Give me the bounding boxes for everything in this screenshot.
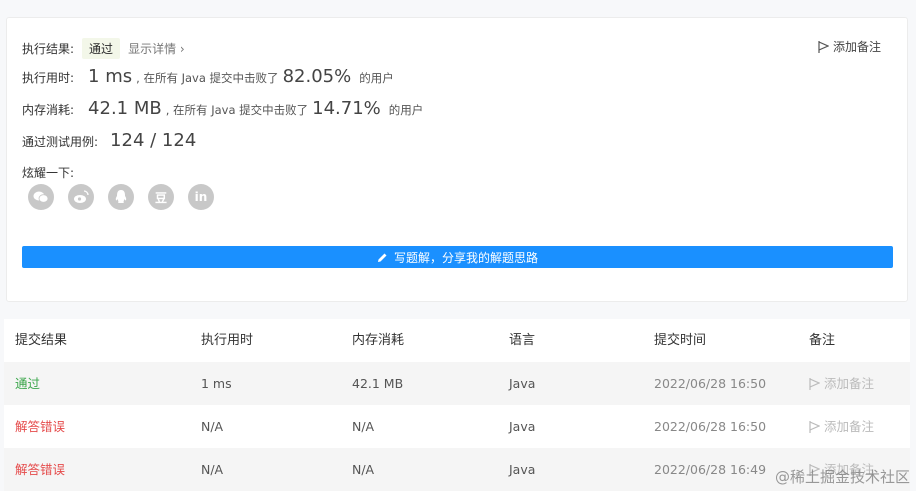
table-row: 通过 1 ms 42.1 MB Java 2022/06/28 16:50 添加… <box>4 362 910 405</box>
result-row: 执行结果: 通过 显示详情 › <box>22 38 185 59</box>
write-solution-button[interactable]: 写题解，分享我的解题思路 <box>22 246 893 268</box>
memory-row: 内存消耗: 42.1 MB , 在所有 Java 提交中击败了 14.71% 的… <box>22 98 423 119</box>
show-details-label: 显示详情 <box>128 42 177 56</box>
pencil-icon <box>377 253 387 262</box>
flag-icon <box>818 40 829 53</box>
memory-text: , 在所有 Java 提交中击败了 <box>165 103 309 117</box>
write-solution-label: 写题解，分享我的解题思路 <box>393 250 538 265</box>
memory-value: 42.1 MB <box>88 98 162 119</box>
runtime-value: 1 ms <box>88 66 133 87</box>
add-note-button[interactable]: 添加备注 <box>809 405 874 448</box>
result-card: 执行结果: 通过 显示详情 › 添加备注 执行用时: 1 ms , 在所有 Ja… <box>6 17 908 302</box>
table-row: 解答错误 N/A N/A Java 2022/06/28 16:50 添加备注 <box>4 405 910 448</box>
memory-cell: 42.1 MB <box>352 376 404 391</box>
header-note: 备注 <box>809 333 836 348</box>
result-link[interactable]: 解答错误 <box>15 405 65 448</box>
date-cell: 2022/06/28 16:50 <box>654 419 767 434</box>
add-note-button[interactable]: 添加备注 <box>818 38 881 55</box>
wechat-icon[interactable] <box>28 184 54 210</box>
weibo-icon[interactable] <box>68 184 94 210</box>
memory-tail: 的用户 <box>388 103 424 117</box>
flag-icon <box>809 377 820 390</box>
runtime-percent: 82.05% <box>282 66 352 87</box>
linkedin-icon[interactable]: in <box>188 184 214 210</box>
add-note-label: 添加备注 <box>832 40 881 54</box>
header-language: 语言 <box>509 333 536 348</box>
runtime-cell: N/A <box>201 462 224 477</box>
status-badge: 通过 <box>82 38 121 59</box>
chevron-right-icon: › <box>179 42 185 56</box>
add-note-label: 添加备注 <box>824 376 875 391</box>
date-cell: 2022/06/28 16:50 <box>654 376 767 391</box>
douban-icon[interactable]: 豆 <box>148 184 174 210</box>
qq-icon[interactable] <box>108 184 134 210</box>
memory-cell: N/A <box>352 419 375 434</box>
header-result: 提交结果 <box>15 333 68 348</box>
add-note-label: 添加备注 <box>824 419 875 434</box>
show-details-link[interactable]: 显示详情 › <box>128 40 185 57</box>
runtime-tail: 的用户 <box>359 71 394 85</box>
result-link[interactable]: 解答错误 <box>15 448 65 491</box>
share-label: 炫耀一下: <box>22 166 75 180</box>
date-cell: 2022/06/28 16:49 <box>654 462 767 477</box>
runtime-cell: 1 ms <box>201 376 232 391</box>
tests-label: 通过测试用例: <box>22 135 99 149</box>
result-link[interactable]: 通过 <box>15 362 40 405</box>
runtime-text: , 在所有 Java 提交中击败了 <box>136 71 279 85</box>
language-cell: Java <box>509 419 536 434</box>
result-label: 执行结果: <box>22 42 75 56</box>
language-cell: Java <box>509 462 536 477</box>
header-runtime: 执行用时 <box>201 333 254 348</box>
add-note-button[interactable]: 添加备注 <box>809 362 874 405</box>
runtime-label: 执行用时: <box>22 71 75 85</box>
header-time: 提交时间 <box>654 333 707 348</box>
header-memory: 内存消耗 <box>352 333 405 348</box>
table-header: 提交结果 执行用时 内存消耗 语言 提交时间 备注 <box>4 319 910 362</box>
share-icons: 豆 in <box>28 184 214 210</box>
memory-percent: 14.71% <box>312 98 381 119</box>
runtime-row: 执行用时: 1 ms , 在所有 Java 提交中击败了 82.05% 的用户 <box>22 66 394 87</box>
watermark: @稀土掘金技术社区 <box>774 468 910 486</box>
tests-row: 通过测试用例: 124 / 124 <box>22 130 200 151</box>
memory-cell: N/A <box>352 462 375 477</box>
language-cell: Java <box>509 376 536 391</box>
share-row: 炫耀一下: <box>22 164 74 181</box>
tests-value: 124 / 124 <box>110 130 197 151</box>
runtime-cell: N/A <box>201 419 224 434</box>
flag-icon <box>809 420 820 433</box>
memory-label: 内存消耗: <box>22 103 75 117</box>
